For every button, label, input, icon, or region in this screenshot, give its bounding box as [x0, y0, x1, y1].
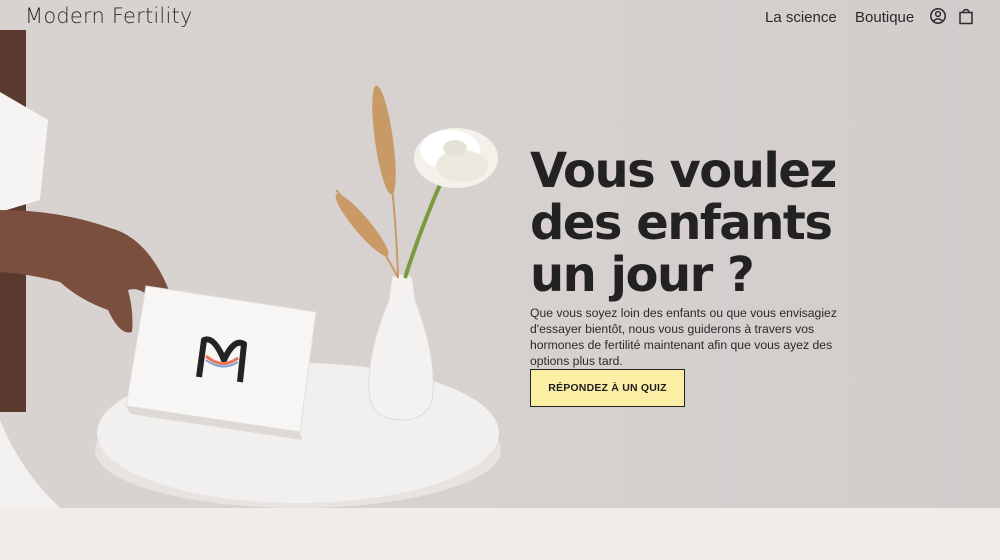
grass-plume-1: [372, 85, 396, 195]
nav-link-science[interactable]: La science: [765, 9, 837, 26]
next-section-band: [0, 508, 1000, 560]
vase: [368, 274, 434, 421]
nav-link-shop[interactable]: Boutique: [855, 9, 914, 26]
hero-section: Modern Fertility La science Boutique Vou…: [0, 0, 1000, 508]
flower-stem: [403, 179, 444, 279]
hero-headline: Vous voulez des enfants un jour ?: [530, 143, 837, 303]
quiz-cta-button[interactable]: RÉPONDEZ À UN QUIZ: [530, 369, 685, 407]
bedsheet: [0, 420, 60, 508]
account-icon[interactable]: [929, 7, 947, 25]
brand-logo[interactable]: Modern Fertility: [25, 4, 193, 28]
product-box: [125, 285, 317, 440]
rose-flower: [414, 128, 498, 188]
grass-plume-2: [335, 193, 389, 257]
sleeve: [0, 92, 48, 212]
hero-subcopy: Que vous soyez loin des enfants ou que v…: [530, 306, 837, 368]
shopping-bag-icon[interactable]: [957, 7, 975, 25]
site-header: Modern Fertility La science Boutique: [0, 0, 1000, 34]
